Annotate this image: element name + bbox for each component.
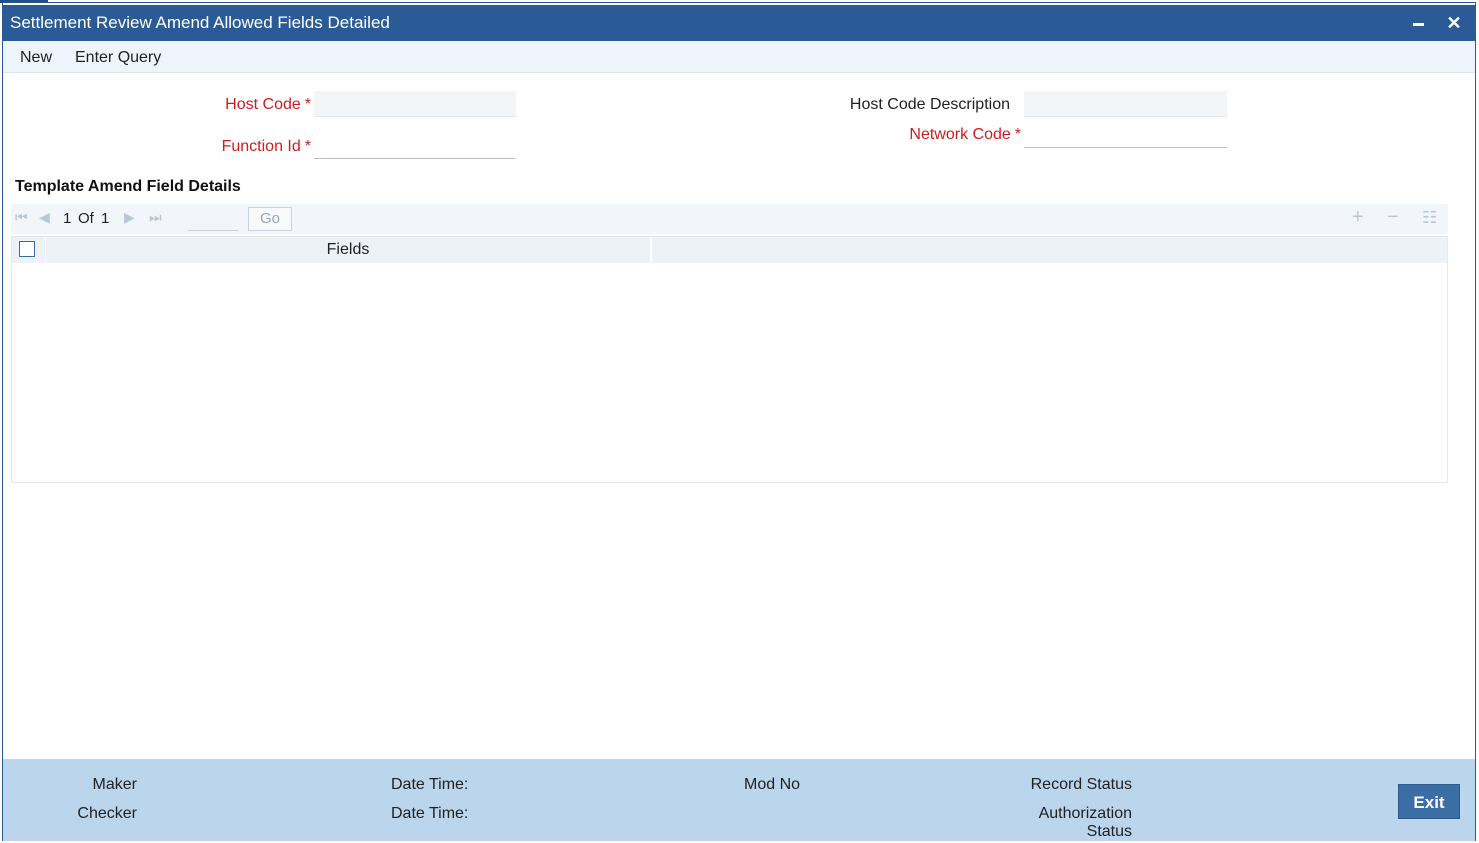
network-code-required-marker: * bbox=[1014, 126, 1021, 143]
previous-page-icon[interactable]: ◀ bbox=[39, 209, 50, 226]
menu-enter-query[interactable]: Enter Query bbox=[75, 49, 161, 67]
mod-no-label: Mod No bbox=[744, 776, 801, 793]
grid-header: Fields bbox=[12, 237, 1447, 263]
last-page-icon[interactable]: ⏭ bbox=[149, 209, 162, 226]
function-id-label-text: Function Id bbox=[221, 138, 301, 155]
current-page: 1 bbox=[63, 210, 72, 227]
menu-bar: New Enter Query bbox=[3, 41, 1475, 73]
menu-new[interactable]: New bbox=[20, 49, 52, 67]
column-header-fields[interactable]: Fields bbox=[46, 241, 650, 259]
minimize-icon[interactable] bbox=[1405, 9, 1431, 37]
maker-label: Maker bbox=[92, 776, 137, 793]
add-row-icon[interactable]: + bbox=[1352, 206, 1364, 229]
function-id-label: Function Id * bbox=[222, 138, 311, 156]
host-code-required-marker: * bbox=[304, 96, 311, 113]
view-list-icon[interactable]: ☷ bbox=[1422, 208, 1437, 228]
host-code-label-text: Host Code bbox=[225, 96, 301, 113]
host-code-description-label: Host Code Description bbox=[849, 96, 1010, 113]
network-code-label-text: Network Code bbox=[909, 126, 1011, 143]
page-number-input[interactable] bbox=[188, 207, 238, 231]
host-code-label: Host Code * bbox=[225, 96, 311, 114]
maker-date-time-label: Date Time: bbox=[391, 776, 469, 793]
network-code-field[interactable] bbox=[1024, 122, 1227, 148]
settlement-review-window: Settlement Review Amend Allowed Fields D… bbox=[2, 2, 1476, 841]
host-code-field[interactable] bbox=[314, 91, 516, 117]
record-status-label: Record Status bbox=[1030, 776, 1132, 793]
checker-label: Checker bbox=[77, 805, 137, 822]
function-id-field[interactable] bbox=[314, 133, 516, 159]
column-separator bbox=[650, 237, 652, 263]
authorization-label-line2: Status bbox=[1086, 823, 1132, 840]
authorization-label-line1: Authorization bbox=[1038, 805, 1132, 822]
authorization-status-label: Authorization Status bbox=[1039, 805, 1132, 841]
title-bar: Settlement Review Amend Allowed Fields D… bbox=[3, 5, 1475, 41]
total-pages: 1 bbox=[101, 210, 110, 227]
exit-button[interactable]: Exit bbox=[1398, 784, 1460, 819]
page-of-label: Of bbox=[78, 210, 94, 227]
fields-grid: Fields bbox=[11, 236, 1448, 483]
close-icon[interactable]: ✕ bbox=[1441, 9, 1467, 37]
window-title: Settlement Review Amend Allowed Fields D… bbox=[10, 13, 390, 32]
audit-footer: Maker Checker Date Time: Date Time: Mod … bbox=[3, 759, 1475, 841]
first-page-icon[interactable]: ⏮ bbox=[15, 209, 28, 226]
select-all-checkbox[interactable] bbox=[19, 241, 35, 257]
go-button[interactable]: Go bbox=[248, 207, 292, 231]
grid-toolbar: ⏮ ◀ 1 Of 1 ▶ ⏭ Go + − ☷ bbox=[11, 204, 1448, 234]
host-code-description-field[interactable] bbox=[1024, 91, 1227, 117]
section-title: Template Amend Field Details bbox=[15, 178, 241, 195]
delete-row-icon[interactable]: − bbox=[1387, 206, 1399, 229]
function-id-required-marker: * bbox=[304, 138, 311, 155]
next-page-icon[interactable]: ▶ bbox=[124, 209, 135, 226]
checker-date-time-label: Date Time: bbox=[391, 805, 469, 822]
network-code-label: Network Code * bbox=[909, 126, 1021, 144]
